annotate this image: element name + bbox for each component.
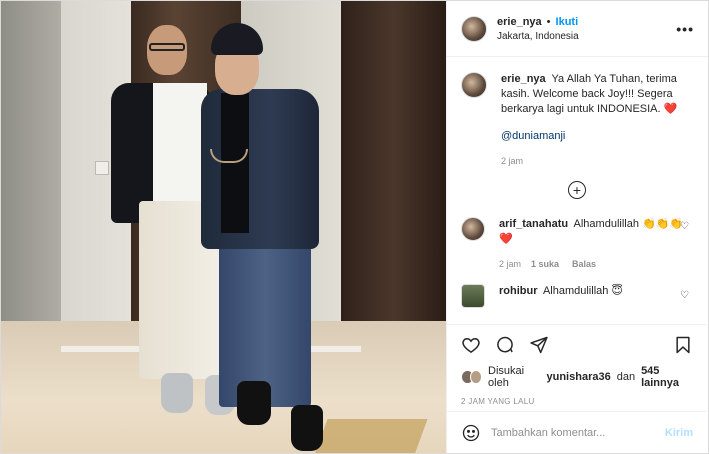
likes-prefix: Disukai oleh <box>488 365 525 389</box>
post-timestamp[interactable]: 2 JAM YANG LALU <box>461 397 693 406</box>
likes-summary[interactable]: Disukai oleh yunishara36 dan 545 lainnya <box>461 365 693 389</box>
instagram-post: erie_nya • Ikuti Jakarta, Indonesia ••• … <box>0 0 709 454</box>
man-left-shirt <box>153 83 207 201</box>
add-comment-bar: Kirim <box>447 411 707 453</box>
photo-light-switch <box>95 161 109 175</box>
likes-user[interactable]: yunishara36 <box>547 371 611 383</box>
man-left-shoe <box>161 373 193 413</box>
photo-door <box>341 1 446 331</box>
comment-text: Alhamdulillah 😇 <box>542 285 623 297</box>
emoji-icon[interactable] <box>461 423 481 443</box>
comment-reply-button[interactable]: Balas <box>572 257 596 272</box>
separator-dot: • <box>546 15 551 28</box>
post-actions: Disukai oleh yunishara36 dan 545 lainnya… <box>447 324 707 406</box>
plus-circle-icon[interactable]: + <box>568 181 586 199</box>
author-username[interactable]: erie_nya <box>497 16 542 28</box>
comment-item: arif_tanahatu Alhamdulillah 👏👏👏❤️ 2 jam … <box>461 217 693 272</box>
man-left-glasses <box>149 43 185 51</box>
comment-body: arif_tanahatu Alhamdulillah 👏👏👏❤️ 2 jam … <box>499 217 693 272</box>
man-right-jacket <box>201 89 319 249</box>
comment-username[interactable]: rohibur <box>499 285 538 297</box>
caption-time[interactable]: 2 jam <box>501 154 523 169</box>
more-options-icon[interactable]: ••• <box>676 21 694 37</box>
comment-heart-icon[interactable]: ♡ <box>680 290 689 301</box>
comment-heart-icon[interactable]: ♡ <box>680 221 689 232</box>
man-right-shoe <box>291 405 323 451</box>
comment-icon[interactable] <box>495 335 515 355</box>
send-comment-button[interactable]: Kirim <box>665 427 693 439</box>
comment-time[interactable]: 2 jam <box>499 257 521 272</box>
load-more-comments[interactable]: + <box>461 181 693 199</box>
post-photo[interactable] <box>1 1 446 453</box>
comment-item: rohibur Alhamdulillah 😇 ♡ <box>461 284 693 308</box>
heart-icon[interactable] <box>461 335 481 355</box>
caption-username[interactable]: erie_nya <box>501 73 546 85</box>
author-avatar[interactable] <box>461 15 487 42</box>
comment-avatar[interactable] <box>461 284 485 308</box>
comment-likes[interactable]: 1 suka <box>531 257 559 272</box>
author-row: erie_nya • Ikuti <box>497 16 676 28</box>
comment-input[interactable] <box>491 426 655 439</box>
bookmark-icon[interactable] <box>673 335 693 355</box>
photo-rug <box>314 419 428 453</box>
man-right-shoe <box>237 381 271 425</box>
author-info: erie_nya • Ikuti Jakarta, Indonesia <box>497 16 676 42</box>
liker-avatar <box>469 370 483 384</box>
caption-mention[interactable]: @duniamanji <box>501 129 693 144</box>
comments-list[interactable]: erie_nya Ya Allah Ya Tuhan, terima kasih… <box>447 58 707 324</box>
man-right-shirt <box>221 93 249 233</box>
caption-avatar[interactable] <box>461 72 487 98</box>
comment-body: rohibur Alhamdulillah 😇 <box>499 284 693 308</box>
likes-joiner: dan <box>616 371 636 383</box>
post-header: erie_nya • Ikuti Jakarta, Indonesia ••• <box>447 1 708 57</box>
comment-avatar[interactable] <box>461 217 485 241</box>
comment-meta: 2 jam 1 suka Balas <box>499 257 693 272</box>
post-side-panel: erie_nya • Ikuti Jakarta, Indonesia ••• … <box>446 1 708 453</box>
caption-body: erie_nya Ya Allah Ya Tuhan, terima kasih… <box>501 72 693 169</box>
follow-button[interactable]: Ikuti <box>556 16 579 28</box>
action-icons <box>461 335 693 355</box>
share-icon[interactable] <box>529 335 549 355</box>
comment-username[interactable]: arif_tanahatu <box>499 218 568 230</box>
post-location[interactable]: Jakarta, Indonesia <box>497 31 676 42</box>
caption: erie_nya Ya Allah Ya Tuhan, terima kasih… <box>461 72 693 169</box>
caption-meta: 2 jam <box>501 154 693 169</box>
likes-others[interactable]: 545 lainnya <box>641 365 693 389</box>
